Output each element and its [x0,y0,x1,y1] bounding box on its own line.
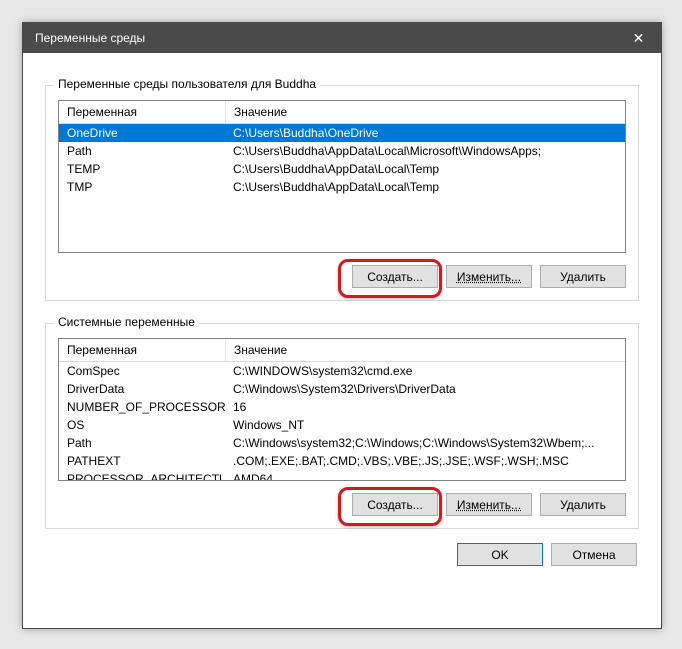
cell-value: C:\Windows\System32\Drivers\DriverData [225,380,625,398]
table-row[interactable]: DriverDataC:\Windows\System32\Drivers\Dr… [59,380,625,398]
cell-value: C:\Users\Buddha\AppData\Local\Temp [225,160,625,178]
system-vars-list[interactable]: Переменная Значение ComSpecC:\WINDOWS\sy… [58,338,626,481]
dialog-buttons: OK Отмена [45,543,639,566]
table-row[interactable]: PROCESSOR_ARCHITECTUREAMD64 [59,470,625,480]
user-delete-button[interactable]: Удалить [540,265,626,288]
user-vars-group: Переменные среды пользователя для Buddha… [45,85,639,301]
cell-value: C:\Users\Buddha\AppData\Local\Temp [225,178,625,196]
table-row[interactable]: PathC:\Users\Buddha\AppData\Local\Micros… [59,142,625,160]
table-row[interactable]: PathC:\Windows\system32;C:\Windows;C:\Wi… [59,434,625,452]
cell-value: Windows_NT [225,416,625,434]
cancel-button[interactable]: Отмена [551,543,637,566]
user-edit-button[interactable]: Изменить... [446,265,532,288]
cell-variable: ComSpec [59,362,225,380]
close-icon[interactable]: ✕ [616,23,661,53]
cell-variable: OneDrive [59,124,225,142]
user-vars-body: OneDriveC:\Users\Buddha\OneDrivePathC:\U… [59,124,625,252]
env-variables-window: Переменные среды ✕ Переменные среды поль… [22,22,662,629]
cell-value: C:\WINDOWS\system32\cmd.exe [225,362,625,380]
cell-value: C:\Users\Buddha\AppData\Local\Microsoft\… [225,142,625,160]
system-vars-header: Переменная Значение [59,339,625,362]
cell-value: AMD64 [225,470,625,480]
cell-variable: DriverData [59,380,225,398]
system-vars-body: ComSpecC:\WINDOWS\system32\cmd.exeDriver… [59,362,625,480]
table-row[interactable]: ComSpecC:\WINDOWS\system32\cmd.exe [59,362,625,380]
window-title: Переменные среды [35,31,616,45]
system-vars-buttons: Создать... Изменить... Удалить [58,493,626,516]
user-vars-list[interactable]: Переменная Значение OneDriveC:\Users\Bud… [58,100,626,253]
cell-variable: TMP [59,178,225,196]
table-row[interactable]: PATHEXT.COM;.EXE;.BAT;.CMD;.VBS;.VBE;.JS… [59,452,625,470]
user-vars-legend: Переменные среды пользователя для Buddha [54,77,320,91]
user-create-button[interactable]: Создать... [352,265,438,288]
table-row[interactable]: TMPC:\Users\Buddha\AppData\Local\Temp [59,178,625,196]
cell-variable: PROCESSOR_ARCHITECTURE [59,470,225,480]
ok-button[interactable]: OK [457,543,543,566]
table-row[interactable]: OneDriveC:\Users\Buddha\OneDrive [59,124,625,142]
cell-variable: NUMBER_OF_PROCESSORS [59,398,225,416]
table-row[interactable]: TEMPC:\Users\Buddha\AppData\Local\Temp [59,160,625,178]
system-vars-group: Системные переменные Переменная Значение… [45,323,639,529]
table-row[interactable]: OSWindows_NT [59,416,625,434]
cell-value: C:\Users\Buddha\OneDrive [225,124,625,142]
cell-value: C:\Windows\system32;C:\Windows;C:\Window… [225,434,625,452]
user-vars-header: Переменная Значение [59,101,625,124]
user-vars-buttons: Создать... Изменить... Удалить [58,265,626,288]
col-variable[interactable]: Переменная [59,339,226,361]
cell-variable: Path [59,434,225,452]
system-vars-legend: Системные переменные [54,315,199,329]
system-create-button[interactable]: Создать... [352,493,438,516]
cell-value: .COM;.EXE;.BAT;.CMD;.VBS;.VBE;.JS;.JSE;.… [225,452,625,470]
col-value[interactable]: Значение [226,101,625,123]
cell-variable: TEMP [59,160,225,178]
col-value[interactable]: Значение [226,339,625,361]
system-edit-button[interactable]: Изменить... [446,493,532,516]
client-area: Переменные среды пользователя для Buddha… [23,53,661,584]
titlebar: Переменные среды ✕ [23,23,661,53]
col-variable[interactable]: Переменная [59,101,226,123]
table-row[interactable]: NUMBER_OF_PROCESSORS16 [59,398,625,416]
cell-variable: Path [59,142,225,160]
system-delete-button[interactable]: Удалить [540,493,626,516]
cell-variable: OS [59,416,225,434]
cell-value: 16 [225,398,625,416]
cell-variable: PATHEXT [59,452,225,470]
